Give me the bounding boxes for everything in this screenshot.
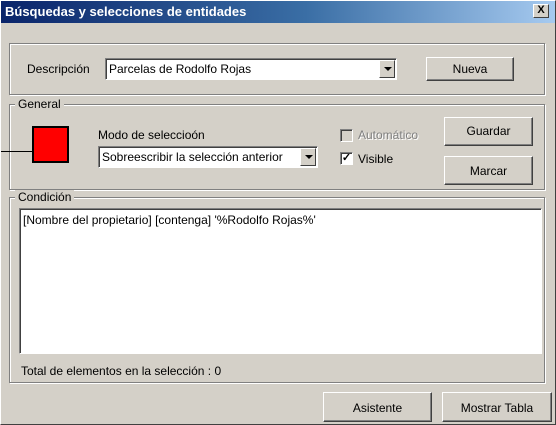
close-icon: X xyxy=(537,4,545,16)
wizard-button-label: Asistente xyxy=(352,401,403,415)
show-table-button[interactable]: Mostrar Tabla xyxy=(442,392,552,422)
automatic-label: Automático xyxy=(358,128,419,142)
window-title: Búsquedas y selecciones de entidades xyxy=(5,4,247,19)
color-connector-line xyxy=(1,151,34,152)
selection-mode-dropdown-button[interactable] xyxy=(300,148,316,166)
general-group-label: General xyxy=(15,97,64,111)
new-button-label: Nueva xyxy=(452,62,488,76)
save-button[interactable]: Guardar xyxy=(444,117,533,146)
selection-mode-combobox[interactable]: Sobreescribir la selección anterior xyxy=(98,146,318,168)
visible-label: Visible xyxy=(358,152,394,166)
chevron-down-icon xyxy=(384,67,392,71)
search-selection-dialog: Búsquedas y selecciones de entidades X D… xyxy=(0,0,556,425)
chevron-down-icon xyxy=(305,155,313,159)
close-button[interactable]: X xyxy=(533,4,549,18)
description-label: Descripción xyxy=(27,62,90,76)
new-button[interactable]: Nueva xyxy=(426,57,514,81)
selection-mode-label: Modo de seleccioón xyxy=(98,128,205,142)
title-bar[interactable]: Búsquedas y selecciones de entidades X xyxy=(1,1,555,23)
selection-mode-value: Sobreescribir la selección anterior xyxy=(102,150,283,164)
selection-total-text: Total de elementos en la selección : 0 xyxy=(21,364,222,378)
check-icon: ✓ xyxy=(341,152,352,164)
condition-group-label: Condición xyxy=(15,190,75,204)
show-table-button-label: Mostrar Tabla xyxy=(460,401,534,415)
condition-textarea[interactable]: [Nombre del propietario] [contenga] '%Ro… xyxy=(19,208,542,354)
description-value: Parcelas de Rodolfo Rojas xyxy=(109,62,252,76)
color-swatch[interactable] xyxy=(32,126,69,163)
automatic-checkbox[interactable] xyxy=(340,129,353,142)
description-dropdown-button[interactable] xyxy=(379,60,395,78)
mark-button-label: Marcar xyxy=(469,164,508,178)
condition-text: [Nombre del propietario] [contenga] '%Ro… xyxy=(23,213,316,227)
mark-button[interactable]: Marcar xyxy=(444,156,533,185)
visible-checkbox[interactable]: ✓ xyxy=(340,152,353,165)
save-button-label: Guardar xyxy=(466,124,511,138)
wizard-button[interactable]: Asistente xyxy=(323,392,432,422)
description-combobox[interactable]: Parcelas de Rodolfo Rojas xyxy=(105,58,397,80)
